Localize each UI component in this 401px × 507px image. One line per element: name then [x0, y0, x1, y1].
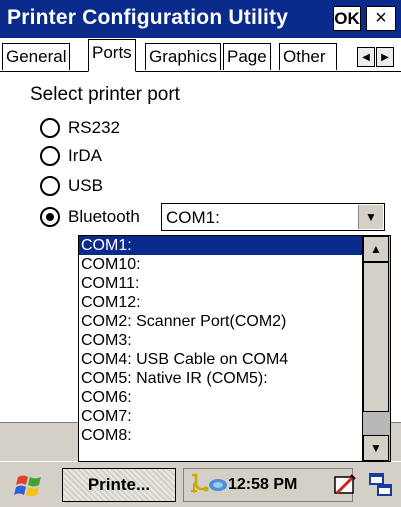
radio-button-icon[interactable]	[40, 176, 60, 196]
dropdown-item[interactable]: COM2: Scanner Port(COM2)	[79, 312, 363, 331]
radio-label: IrDA	[68, 146, 102, 165]
dropdown-item[interactable]: COM12:	[79, 293, 363, 312]
start-windows-flag-icon[interactable]	[14, 471, 44, 499]
radio-label: USB	[68, 176, 103, 195]
tab-ports[interactable]: Ports	[88, 39, 136, 72]
clock: 12:58 PM	[228, 476, 298, 493]
tab-page[interactable]: Page	[223, 43, 271, 70]
dropdown-item[interactable]: COM1:	[79, 236, 363, 255]
tab-scroll-left-icon[interactable]: ◀	[357, 47, 375, 67]
dropdown-item[interactable]: COM7:	[79, 407, 363, 426]
scroll-down-icon[interactable]: ▼	[363, 435, 389, 461]
tab-other[interactable]: Other	[279, 43, 337, 70]
combo-value: COM1:	[166, 208, 220, 227]
dropdown-item[interactable]: COM5: Native IR (COM5):	[79, 369, 363, 388]
tab-graphics[interactable]: Graphics	[145, 43, 222, 70]
radio-label: Bluetooth	[68, 207, 140, 226]
chevron-down-icon[interactable]: ▼	[358, 205, 383, 229]
dropdown-item[interactable]: COM6:	[79, 388, 363, 407]
radio-usb[interactable]: USB	[40, 174, 103, 198]
scroll-thumb[interactable]	[363, 262, 389, 412]
radio-rs232[interactable]: RS232	[40, 116, 120, 140]
radio-button-icon[interactable]	[40, 146, 60, 166]
network-sync-icon[interactable]	[207, 474, 229, 496]
dropdown-item[interactable]: COM8:	[79, 426, 363, 445]
radio-bluetooth[interactable]: Bluetooth	[40, 205, 140, 229]
taskbar: Printe... 12:58 PM	[0, 461, 401, 507]
scroll-up-icon[interactable]: ▲	[363, 236, 389, 262]
dropdown-scrollbar[interactable]: ▲ ▼	[362, 236, 390, 461]
radio-label: RS232	[68, 118, 120, 137]
dropdown-item[interactable]: COM10:	[79, 255, 363, 274]
task-button-printer[interactable]: Printe...	[62, 468, 176, 502]
tab-strip: General Ports Graphics Page Other ◀ ▶	[0, 38, 401, 72]
close-button[interactable]: ×	[366, 6, 396, 31]
com-port-combobox[interactable]: COM1: ▼	[161, 203, 385, 231]
radio-button-checked-icon[interactable]	[40, 207, 60, 227]
radio-irda[interactable]: IrDA	[40, 144, 102, 168]
stylus-input-icon[interactable]	[333, 473, 357, 497]
tab-scroll-right-icon[interactable]: ▶	[376, 47, 394, 67]
dropdown-item[interactable]: COM3:	[79, 331, 363, 350]
ok-button[interactable]: OK	[333, 6, 361, 31]
dropdown-items: COM1: COM10: COM11: COM12: COM2: Scanner Por…	[79, 236, 363, 445]
dropdown-item[interactable]: COM11:	[79, 274, 363, 293]
com-port-dropdown-list[interactable]: COM1: COM10: COM11: COM12: COM2: Scanner Por…	[78, 235, 391, 462]
switch-windows-icon[interactable]	[368, 472, 394, 498]
window-title: Printer Configuration Utility	[7, 6, 289, 29]
tab-general[interactable]: General	[2, 43, 71, 70]
title-bar: Printer Configuration Utility OK ×	[0, 0, 401, 38]
radio-button-icon[interactable]	[40, 118, 60, 138]
dropdown-item[interactable]: COM4: USB Cable on COM4	[79, 350, 363, 369]
select-port-label: Select printer port	[30, 84, 180, 105]
